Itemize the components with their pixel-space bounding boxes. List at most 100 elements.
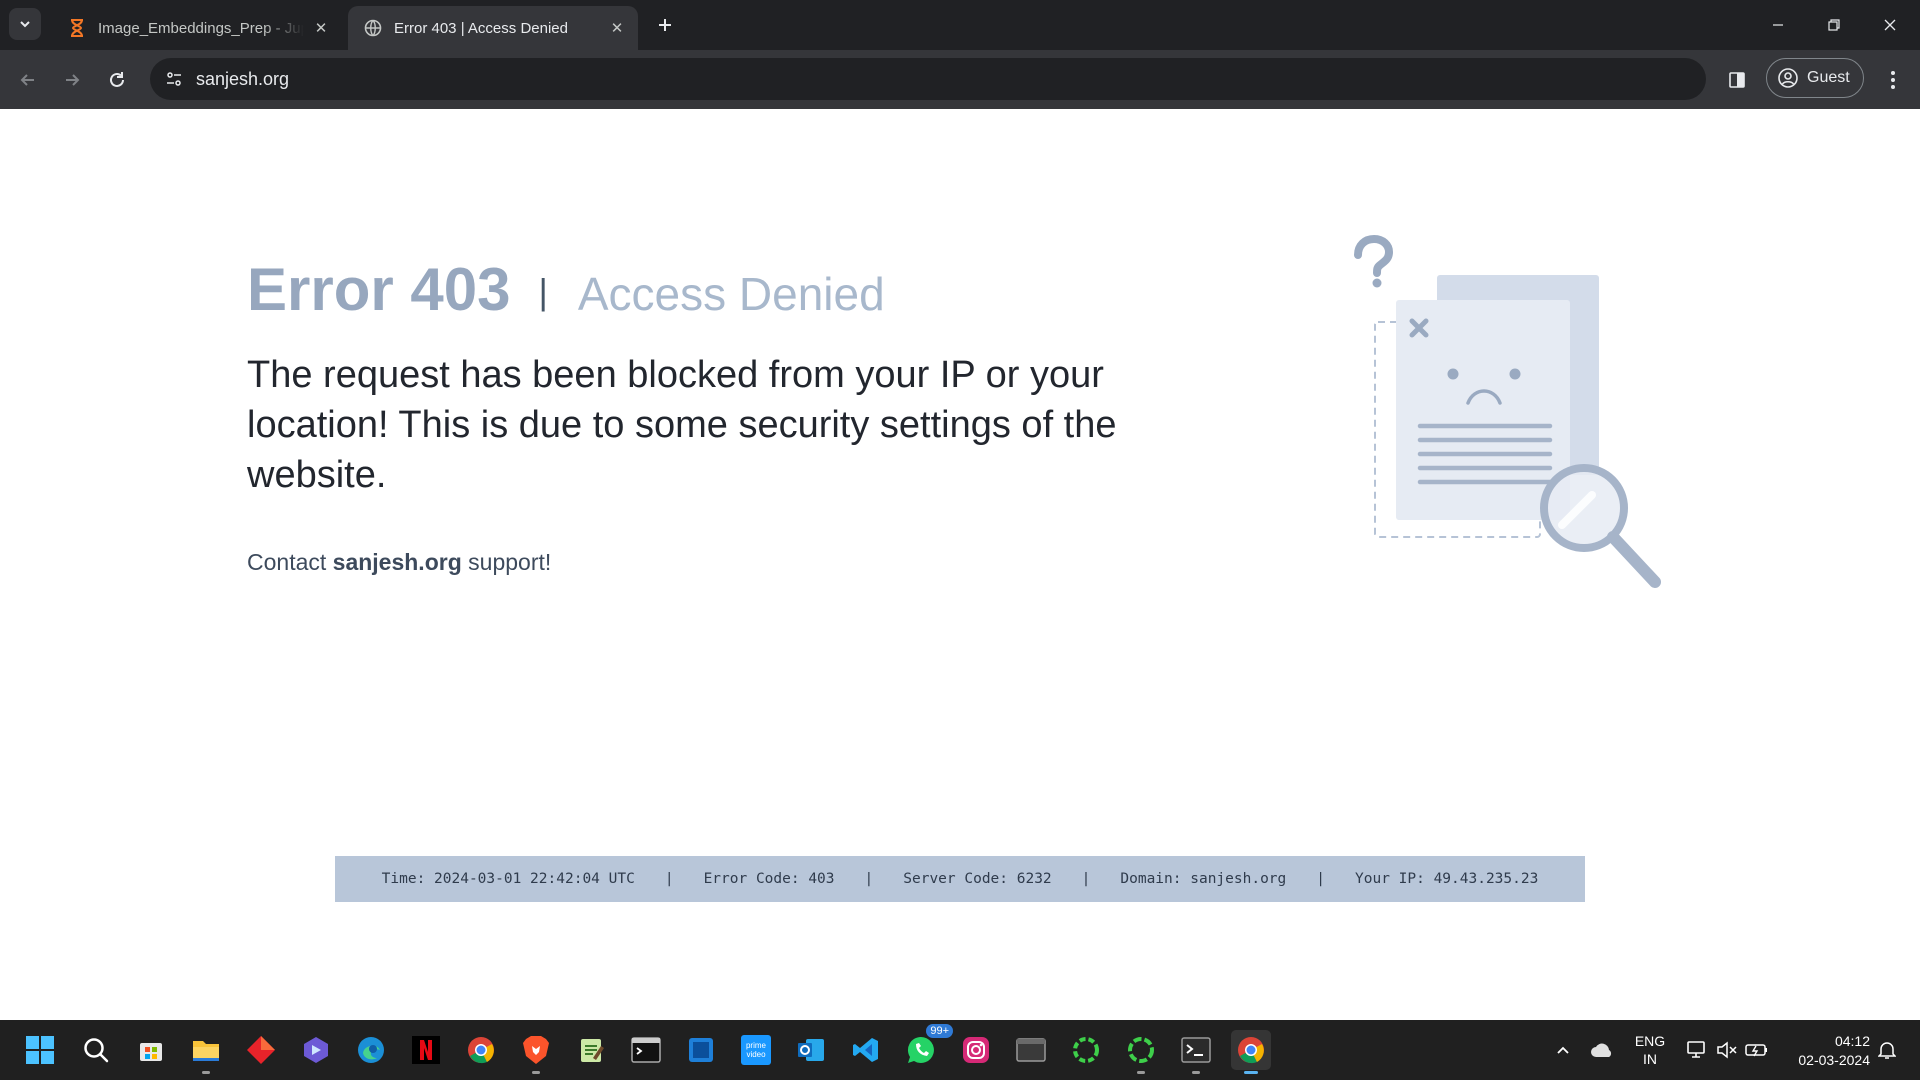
minimize-button[interactable] <box>1750 0 1806 50</box>
chrome-icon[interactable] <box>461 1030 501 1070</box>
brave-icon[interactable] <box>516 1030 556 1074</box>
arrow-left-icon <box>20 74 34 86</box>
language-indicator[interactable]: ENG IN <box>1630 1032 1670 1068</box>
url-text[interactable]: sanjesh.org <box>196 69 289 90</box>
netflix-icon[interactable] <box>406 1030 446 1070</box>
page-title: Error 403 | Access Denied <box>247 255 885 324</box>
running-indicator <box>202 1071 210 1074</box>
running-indicator <box>1137 1071 1145 1074</box>
info-time: Time: 2024-03-01 22:42:04 UTC <box>381 871 635 887</box>
bell-icon <box>1878 1042 1896 1059</box>
app-ring2-icon[interactable] <box>1121 1030 1161 1074</box>
plus-icon <box>659 19 671 31</box>
reload-button[interactable] <box>99 62 135 98</box>
profile-label: Guest <box>1807 69 1850 86</box>
browser-menu-button[interactable] <box>1876 63 1910 97</box>
tab-strip: Image_Embeddings_Prep - Jupyter ✕ Error … <box>0 0 1920 50</box>
notification-badge: 99+ <box>926 1024 953 1038</box>
instagram-icon[interactable] <box>956 1030 996 1070</box>
arrow-right-icon <box>66 74 80 86</box>
profile-button[interactable]: Guest <box>1766 58 1864 98</box>
new-tab-button[interactable] <box>652 12 678 38</box>
close-icon[interactable]: ✕ <box>606 17 628 39</box>
magnifier-icon <box>1540 464 1661 588</box>
info-separator: | <box>864 871 874 887</box>
heading-separator: | <box>538 271 548 312</box>
close-icon[interactable]: ✕ <box>310 17 332 39</box>
chevron-up-icon <box>1557 1046 1569 1054</box>
close-window-button[interactable] <box>1862 0 1918 50</box>
restore-button[interactable] <box>1806 0 1862 50</box>
error-title: Access Denied <box>577 268 885 320</box>
question-mark-icon <box>1354 234 1394 288</box>
hourglass-icon <box>68 19 86 37</box>
volume-muted-icon[interactable] <box>1712 1020 1742 1080</box>
contact-line: Contact sanjesh.org support! <box>247 549 551 576</box>
store-icon[interactable] <box>131 1030 171 1070</box>
info-separator: | <box>1316 871 1325 887</box>
prime-video-icon[interactable]: prime video <box>736 1030 776 1070</box>
svg-text:prime: prime <box>746 1041 767 1050</box>
edge-icon[interactable] <box>351 1030 391 1070</box>
network-icon[interactable] <box>1682 1020 1712 1080</box>
close-icon <box>1884 19 1896 31</box>
running-indicator <box>532 1071 540 1074</box>
side-panel-icon <box>1729 72 1745 88</box>
contact-suffix: support! <box>461 549 552 575</box>
forward-button[interactable] <box>54 62 90 98</box>
file-explorer-icon[interactable] <box>186 1030 226 1074</box>
address-bar[interactable]: sanjesh.org <box>150 58 1706 100</box>
side-panel-button[interactable] <box>1720 63 1754 97</box>
tab-title: Error 403 | Access Denied <box>394 19 568 37</box>
battery-icon[interactable] <box>1742 1020 1772 1080</box>
clock[interactable]: 04:12 02-03-2024 <box>1780 1032 1870 1070</box>
browser-toolbar: sanjesh.org Guest <box>0 50 1920 109</box>
search-icon[interactable] <box>76 1030 116 1070</box>
clock-date: 02-03-2024 <box>1798 1052 1870 1068</box>
onedrive-icon[interactable] <box>1584 1020 1620 1080</box>
app-ring-icon[interactable] <box>1066 1030 1106 1070</box>
vscode-icon[interactable] <box>846 1030 886 1070</box>
tab-error-403[interactable]: Error 403 | Access Denied ✕ <box>348 6 638 50</box>
info-error-code: Error Code: 403 <box>703 871 835 887</box>
start-icon[interactable] <box>20 1030 60 1070</box>
info-separator: | <box>664 871 674 887</box>
request-info-bar: Time: 2024-03-01 22:42:04 UTC | Error Co… <box>335 856 1585 902</box>
running-indicator <box>1244 1071 1258 1074</box>
notepad-icon[interactable] <box>571 1030 611 1070</box>
more-vert-icon <box>1891 71 1895 89</box>
error-code-heading: Error 403 <box>247 256 511 323</box>
svg-text:video: video <box>746 1050 766 1059</box>
contact-prefix: Contact <box>247 549 333 575</box>
notification-button[interactable] <box>1870 1020 1904 1080</box>
app-tile-icon[interactable] <box>681 1030 721 1070</box>
terminal-icon[interactable] <box>626 1030 666 1070</box>
outlook-icon[interactable] <box>791 1030 831 1070</box>
contact-domain: sanjesh.org <box>332 549 462 575</box>
powershell-icon[interactable] <box>1176 1030 1216 1074</box>
window-icon[interactable] <box>1011 1030 1051 1070</box>
error-message: The request has been blocked from your I… <box>247 354 1117 496</box>
info-ip: Your IP: 49.43.235.23 <box>1355 871 1539 887</box>
show-hidden-icons-button[interactable] <box>1548 1020 1578 1080</box>
clock-time: 04:12 <box>1834 1033 1870 1049</box>
chevron-down-icon <box>20 21 30 28</box>
whatsapp-icon[interactable]: 99+ <box>901 1024 953 1070</box>
site-settings-icon[interactable] <box>160 65 188 93</box>
running-indicator <box>1192 1071 1200 1074</box>
info-domain: Domain: sanjesh.org <box>1120 871 1287 887</box>
minimize-icon <box>1773 24 1783 26</box>
reload-icon <box>110 72 124 87</box>
tab-search-button[interactable] <box>9 8 41 40</box>
app-hex-icon[interactable] <box>296 1030 336 1070</box>
tab-title: Image_Embeddings_Prep - Jupyter <box>98 19 304 37</box>
back-button[interactable] <box>10 62 46 98</box>
taskbar: prime video 99+ ENG IN 04:12 02-03-2024 <box>0 1020 1920 1080</box>
access-denied-illustration <box>1354 234 1661 588</box>
chrome-active-icon[interactable] <box>1231 1030 1271 1074</box>
info-server-code: Server Code: 6232 <box>903 871 1052 887</box>
restore-icon <box>1828 19 1840 31</box>
tab-jupyter[interactable]: Image_Embeddings_Prep - Jupyter ✕ <box>52 6 342 50</box>
language-line2: IN <box>1643 1051 1657 1067</box>
app-diamond-icon[interactable] <box>241 1030 281 1070</box>
